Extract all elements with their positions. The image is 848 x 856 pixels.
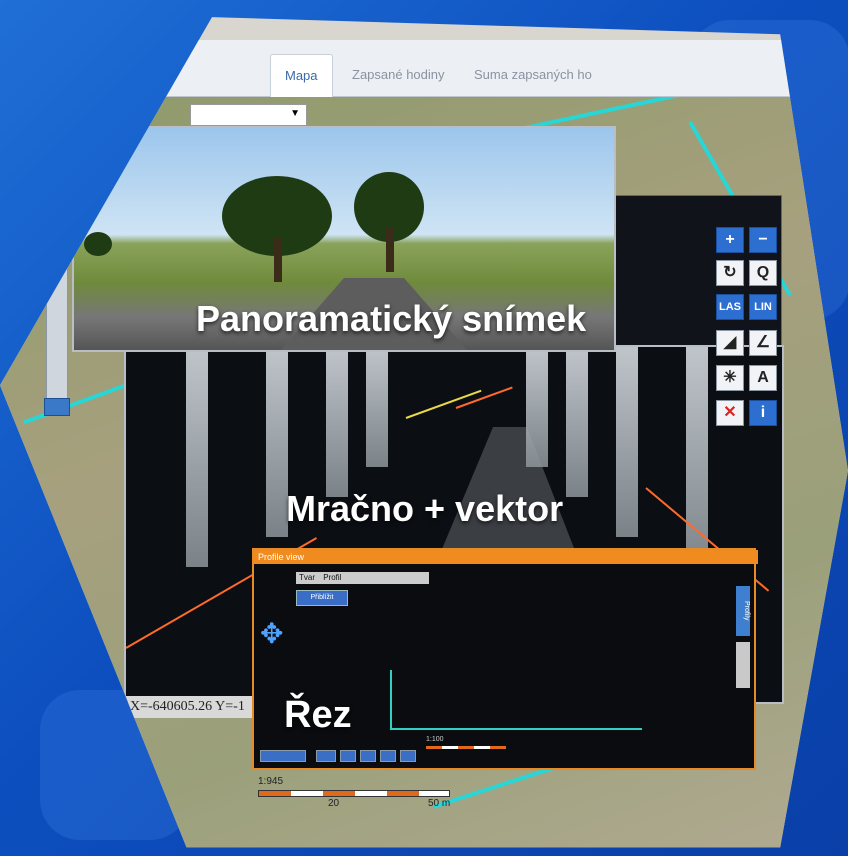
cloud-tree: [616, 347, 638, 537]
map-scale-ratio: 1:945: [258, 776, 284, 787]
info-icon[interactable]: i: [749, 400, 777, 426]
tab-zapsane-hodiny[interactable]: Zapsané hodiny: [338, 54, 459, 96]
cloud-tree: [266, 347, 288, 537]
las-icon[interactable]: LAS: [716, 294, 744, 320]
triangle-icon[interactable]: ◢: [716, 330, 744, 356]
profile-type-value: Profil: [323, 573, 342, 582]
map-scale-label-50: 50 m: [428, 798, 451, 809]
caption-panorama: Panoramatický snímek: [196, 298, 587, 339]
pano-tree-trunk: [274, 238, 282, 282]
profile-bottom-button[interactable]: [260, 750, 306, 762]
pano-tree: [84, 232, 112, 256]
map-scale-bar: 1:945 20 50 m: [258, 776, 463, 809]
profile-action-button[interactable]: Přiblížit: [296, 590, 348, 606]
cloud-tree: [566, 347, 588, 497]
pan-control-icon[interactable]: ✥: [260, 620, 283, 648]
refresh-icon[interactable]: ↻: [716, 260, 744, 286]
angle-icon[interactable]: ∠: [749, 330, 777, 356]
tab-mapa[interactable]: Mapa: [270, 54, 333, 97]
cloud-tree: [686, 347, 708, 577]
lin-icon[interactable]: LIN: [749, 294, 777, 320]
profile-type-select[interactable]: Tvar Profil: [296, 572, 429, 584]
delete-icon[interactable]: ✕: [716, 400, 744, 426]
profile-scale-bar: [426, 746, 506, 749]
snap-icon[interactable]: ✳: [716, 365, 744, 391]
profile-bottom-button[interactable]: [380, 750, 396, 762]
layer-dropdown[interactable]: ▼: [190, 104, 307, 126]
tab-suma-zapsanych[interactable]: Suma zapsaných ho: [460, 54, 606, 96]
profile-side-tab[interactable]: Profily: [736, 586, 750, 636]
caption-cloud: Mračno + vektor: [286, 488, 564, 529]
map-scale-graphic: [258, 790, 450, 797]
cloud-tree: [526, 347, 548, 467]
cloud-tree: [326, 347, 348, 497]
cloud-tree: [366, 347, 388, 467]
map-road: [22, 379, 138, 425]
cloud-tree: [186, 347, 208, 567]
zoom-in-icon[interactable]: +: [716, 227, 744, 253]
profile-title: Profile view: [254, 550, 758, 564]
profile-bottom-button[interactable]: [360, 750, 376, 762]
profile-trace: [390, 670, 642, 730]
zoom-out-icon[interactable]: −: [749, 227, 777, 253]
zoom-box-icon[interactable]: Q: [749, 260, 777, 286]
map-scale-label-20: 20: [328, 798, 340, 809]
zoom-slider[interactable]: [46, 240, 68, 412]
profile-type-label: Tvar: [299, 573, 315, 582]
coordinate-readout: X=-640605.26 Y=-1: [126, 696, 265, 718]
profile-bottom-button[interactable]: [316, 750, 336, 762]
tab-bar: Mapa Zapsané hodiny Suma zapsaných ho: [0, 40, 848, 97]
profile-bottom-button[interactable]: [340, 750, 356, 762]
text-icon[interactable]: A: [749, 365, 777, 391]
profile-side-tab-2[interactable]: [736, 642, 750, 688]
profile-scale-text: 1:100: [426, 736, 444, 743]
vector-line: [405, 389, 482, 419]
profile-bottom-button[interactable]: [400, 750, 416, 762]
caption-section: Řez: [284, 694, 352, 736]
chevron-down-icon: ▼: [290, 108, 300, 119]
pano-tree-trunk: [386, 228, 394, 272]
zoom-slider-thumb[interactable]: [44, 398, 70, 416]
